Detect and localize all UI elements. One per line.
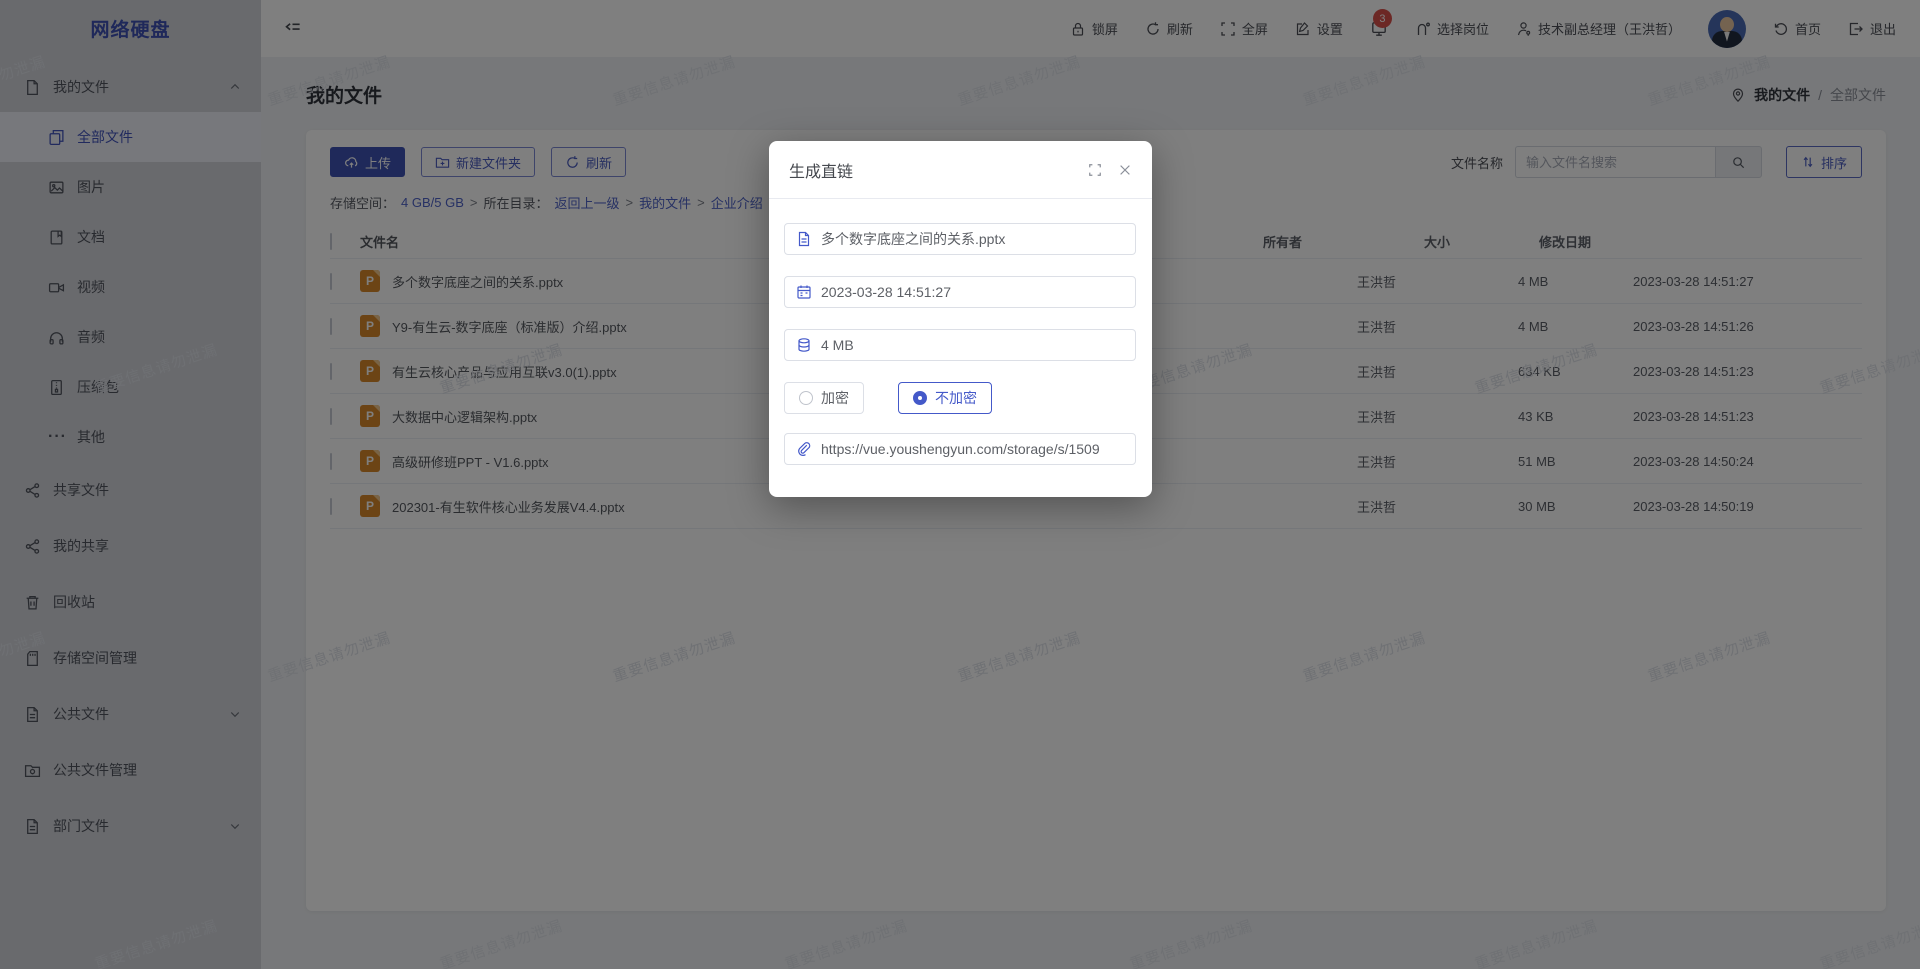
calendar-icon <box>796 284 812 300</box>
link-url-field[interactable]: https://vue.youshengyun.com/storage/s/15… <box>784 433 1136 465</box>
radio-icon <box>799 391 813 405</box>
generate-link-dialog: 生成直链 多个数字底座之间的关系.pptx 2023-03-28 14:51:2… <box>769 141 1152 497</box>
file-icon <box>796 231 812 247</box>
dialog-title: 生成直链 <box>789 158 853 182</box>
dialog-maximize-icon[interactable] <box>1088 163 1102 177</box>
app-root: 网络硬盘 我的文件 全部文件 图片 文档 视频 <box>0 0 1920 969</box>
link-size-field[interactable]: 4 MB <box>784 329 1136 361</box>
dialog-close-icon[interactable] <box>1118 163 1132 177</box>
link-date-field[interactable]: 2023-03-28 14:51:27 <box>784 276 1136 308</box>
no-encrypt-radio[interactable]: 不加密 <box>898 382 992 414</box>
paperclip-icon <box>796 441 812 457</box>
database-icon <box>796 337 812 353</box>
encrypt-radio[interactable]: 加密 <box>784 382 864 414</box>
radio-icon <box>913 391 927 405</box>
link-filename-field[interactable]: 多个数字底座之间的关系.pptx <box>784 223 1136 255</box>
